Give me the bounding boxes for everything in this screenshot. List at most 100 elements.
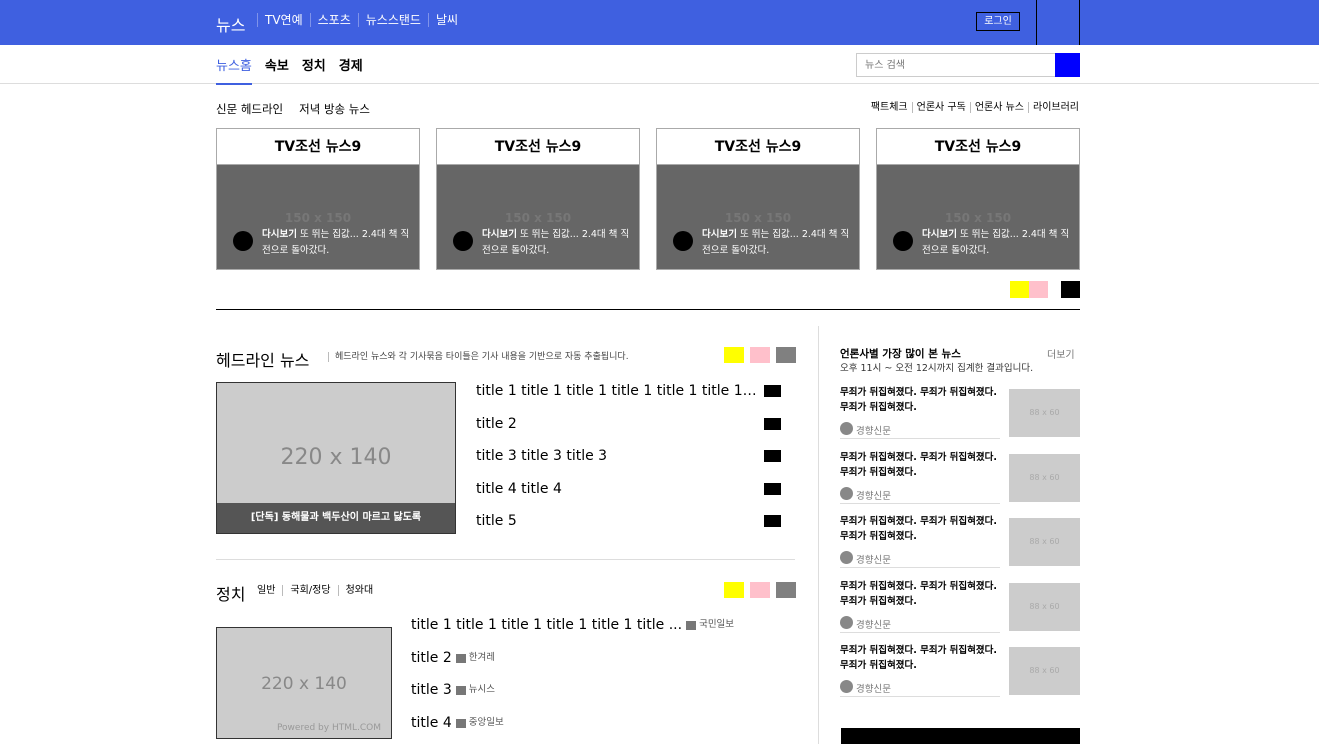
nav-sports[interactable]: 스포츠 [309, 13, 358, 27]
broadcast-card[interactable]: TV조선 뉴스9 150 x 150 다시보기 또 뛰는 집값... 2.4대 … [216, 128, 420, 270]
card-text: 다시보기 또 뛰는 집값... 2.4대 책 직전으로 돌아갔다. [482, 227, 632, 259]
politics-title[interactable]: 정치 [216, 581, 245, 605]
banner-bar[interactable] [841, 728, 1080, 744]
tab-politics[interactable]: 정치 [302, 55, 326, 85]
list-item[interactable]: title 2 한겨레 [411, 647, 734, 680]
link-library[interactable]: 라이브러리 [1028, 102, 1079, 113]
item-title[interactable]: 무죄가 뒤집혀졌다. 무죄가 뒤집혀졌다. 무죄가 뒤집혀졌다. [840, 579, 1002, 609]
brand-logo[interactable]: 뉴스 [216, 12, 245, 36]
politics-pink-button[interactable] [750, 582, 770, 598]
item-thumbnail[interactable]: 88 x 60 [1009, 389, 1080, 437]
tab-breaking[interactable]: 속보 [265, 55, 289, 85]
headline-pink-button[interactable] [750, 347, 770, 363]
link-fact-check[interactable]: 팩트체크 [867, 102, 912, 113]
list-item[interactable]: title 3 title 3 title 3 [476, 445, 781, 478]
play-icon[interactable] [893, 231, 913, 251]
ranking-item[interactable]: 무죄가 뒤집혀졌다. 무죄가 뒤집혀졌다. 무죄가 뒤집혀졌다. 경향신문 88… [840, 450, 1080, 515]
press-logo-icon [840, 680, 853, 693]
tab-newspaper-headline[interactable]: 신문 헤드라인 [216, 101, 283, 117]
bookmark-icon[interactable] [764, 450, 781, 462]
bookmark-icon[interactable] [764, 482, 781, 495]
item-title[interactable]: title 3 [411, 679, 452, 701]
paging-pink-button[interactable] [1029, 281, 1048, 298]
tab-economy[interactable]: 경제 [339, 55, 363, 85]
subtab-bluehouse[interactable]: 청와대 [337, 585, 381, 596]
list-item[interactable]: title 1 title 1 title 1 title 1 title 1 … [411, 614, 734, 647]
login-button[interactable]: 로그인 [976, 12, 1020, 31]
tab-evening-broadcast[interactable]: 저녁 방송 뉴스 [299, 101, 370, 117]
bookmark-icon[interactable] [764, 385, 781, 397]
nav-weather[interactable]: 날씨 [427, 13, 465, 27]
section-divider [216, 309, 1080, 310]
politics-image[interactable]: 220 x 140 Powered by HTML.COM [216, 627, 392, 739]
card-text: 다시보기 또 뛰는 집값... 2.4대 책 직전으로 돌아갔다. [702, 227, 852, 259]
broadcast-card[interactable]: TV조선 뉴스9 150 x 150 다시보기 또 뛰는 집값... 2.4대 … [876, 128, 1080, 270]
search-button[interactable] [1055, 53, 1080, 77]
ranking-item[interactable]: 무죄가 뒤집혀졌다. 무죄가 뒤집혀졌다. 무죄가 뒤집혀졌다. 경향신문 88… [840, 385, 1080, 450]
item-source: 중앙일보 [468, 716, 504, 728]
broadcast-cards: TV조선 뉴스9 150 x 150 다시보기 또 뛰는 집값... 2.4대 … [216, 128, 1080, 270]
list-item[interactable]: title 1 title 1 title 1 title 1 title 1 … [476, 380, 781, 413]
item-title[interactable]: title 3 title 3 title 3 [476, 445, 758, 467]
headline-title[interactable]: 헤드라인 뉴스 [216, 347, 309, 371]
list-item[interactable]: title 3 뉴시스 [411, 679, 734, 712]
subtab-general[interactable]: 일반 [257, 585, 282, 596]
search-input[interactable] [856, 53, 1056, 77]
nav-newsstand[interactable]: 뉴스스탠드 [357, 13, 428, 27]
item-title[interactable]: title 1 title 1 title 1 title 1 title 1 … [411, 614, 682, 636]
item-title[interactable]: title 2 [411, 647, 452, 669]
list-item[interactable]: title 5 [476, 510, 781, 543]
card-title: TV조선 뉴스9 [657, 129, 859, 165]
play-icon[interactable] [673, 231, 693, 251]
ranking-item[interactable]: 무죄가 뒤집혀졌다. 무죄가 뒤집혀졌다. 무죄가 뒤집혀졌다. 경향신문 88… [840, 579, 1080, 644]
paging-yellow-button[interactable] [1010, 281, 1029, 298]
headline-yellow-button[interactable] [724, 347, 744, 363]
link-press-news[interactable]: 언론사 뉴스 [969, 102, 1028, 113]
bookmark-icon[interactable] [764, 417, 781, 430]
headline-gray-button[interactable] [776, 347, 796, 363]
politics-yellow-button[interactable] [724, 582, 744, 598]
ranking-item[interactable]: 무죄가 뒤집혀졌다. 무죄가 뒤집혀졌다. 무죄가 뒤집혀졌다. 경향신문 88… [840, 514, 1080, 579]
item-thumbnail[interactable]: 88 x 60 [1009, 647, 1080, 695]
item-title[interactable]: 무죄가 뒤집혀졌다. 무죄가 뒤집혀졌다. 무죄가 뒤집혀졌다. [840, 450, 1002, 480]
broadcast-card[interactable]: TV조선 뉴스9 150 x 150 다시보기 또 뛰는 집값... 2.4대 … [436, 128, 640, 270]
item-title[interactable]: 무죄가 뒤집혀졌다. 무죄가 뒤집혀졌다. 무죄가 뒤집혀졌다. [840, 514, 1002, 544]
item-thumbnail[interactable]: 88 x 60 [1009, 453, 1080, 502]
item-title[interactable]: title 1 title 1 title 1 title 1 title 1 … [476, 380, 758, 402]
link-press-subscribe[interactable]: 언론사 구독 [911, 102, 970, 113]
headline-image[interactable]: 220 x 140 [단독] 동해물과 백두산이 마르고 닳도록 [216, 382, 456, 534]
item-title[interactable]: 무죄가 뒤집혀졌다. 무죄가 뒤집혀졌다. 무죄가 뒤집혀졌다. [840, 385, 1002, 415]
politics-gray-button[interactable] [776, 582, 796, 598]
item-title[interactable]: 무죄가 뒤집혀졌다. 무죄가 뒤집혀졌다. 무죄가 뒤집혀졌다. [840, 643, 1002, 673]
bookmark-icon[interactable] [764, 515, 781, 527]
item-thumbnail[interactable]: 88 x 60 [1009, 582, 1080, 631]
subtab-assembly[interactable]: 국회/정당 [282, 585, 337, 596]
card-image: 150 x 150 다시보기 또 뛰는 집값... 2.4대 책 직전으로 돌아… [657, 165, 859, 269]
nav-tv-entertainment[interactable]: TV연예 [257, 13, 310, 27]
play-icon[interactable] [453, 231, 473, 251]
broadcast-card[interactable]: TV조선 뉴스9 150 x 150 다시보기 또 뛰는 집값... 2.4대 … [656, 128, 860, 270]
paper-links: 팩트체크 언론사 구독 언론사 뉴스 라이브러리 [867, 102, 1079, 113]
list-item[interactable]: title 4 title 4 [476, 478, 781, 511]
politics-subtabs: 일반 국회/정당 청와대 [257, 585, 380, 596]
card-image: 150 x 150 다시보기 또 뛰는 집값... 2.4대 책 직전으로 돌아… [877, 165, 1079, 269]
sub-nav: 뉴스홈 속보 정치 경제 [0, 45, 1319, 85]
list-item[interactable]: title 2 [476, 413, 781, 446]
item-title[interactable]: title 4 title 4 [476, 478, 758, 500]
list-item[interactable]: title 4 중앙일보 [411, 712, 734, 744]
play-icon[interactable] [233, 231, 253, 251]
press-logo-icon [840, 486, 853, 500]
headline-caption[interactable]: [단독] 동해물과 백두산이 마르고 닳도록 [217, 503, 455, 533]
header-divider [1079, 0, 1080, 45]
item-thumbnail[interactable]: 88 x 60 [1009, 518, 1080, 566]
item-title[interactable]: title 5 [476, 510, 758, 532]
item-title[interactable]: title 4 [411, 712, 452, 734]
item-title[interactable]: title 2 [476, 413, 758, 435]
ranking-item[interactable]: 무죄가 뒤집혀졌다. 무죄가 뒤집혀졌다. 무죄가 뒤집혀졌다. 경향신문 88… [840, 643, 1080, 708]
source-icon [455, 686, 466, 695]
more-link[interactable]: 더보기 [1047, 346, 1075, 361]
tab-news-home[interactable]: 뉴스홈 [216, 55, 252, 85]
item-source: 국민일보 [699, 619, 735, 630]
paging-black-button[interactable] [1061, 281, 1080, 298]
item-source: 한겨레 [468, 651, 495, 663]
